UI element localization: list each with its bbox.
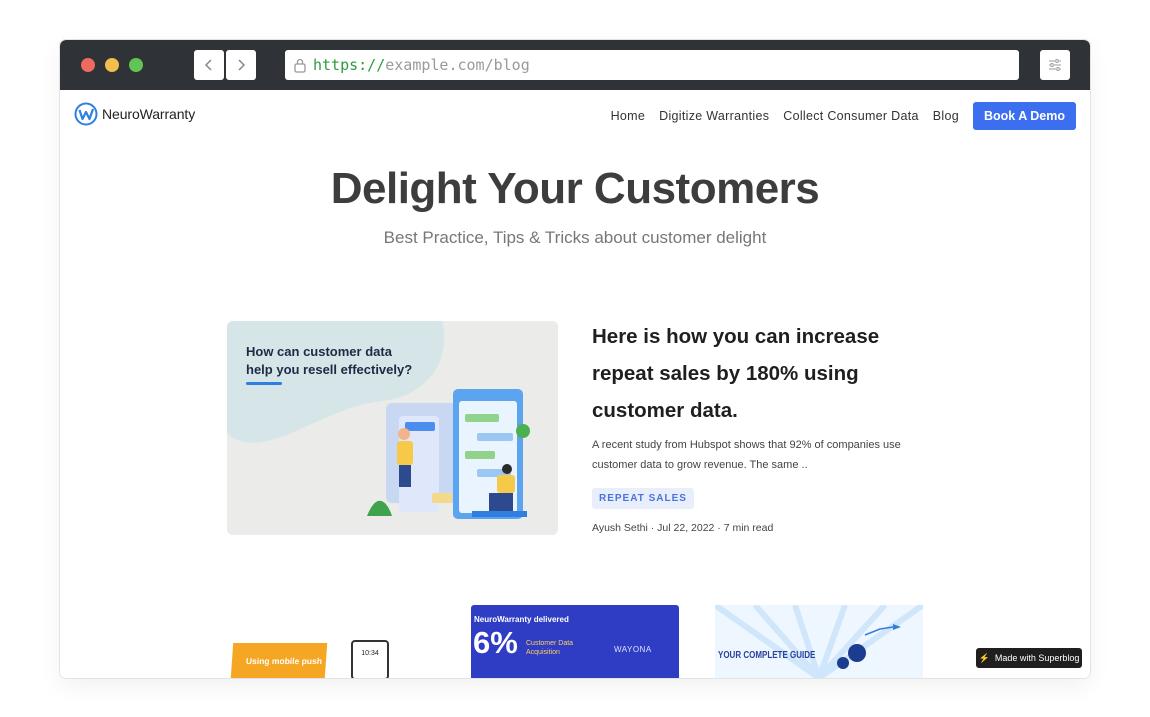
phone-illustration: 10:34	[351, 640, 389, 678]
card-headline: NeuroWarranty delivered	[474, 615, 569, 624]
card-banner: Using mobile push	[230, 643, 328, 678]
featured-post-image[interactable]: How can customer data help you resell ef…	[227, 321, 558, 535]
post-card-1[interactable]: Using mobile push 10:34	[227, 605, 437, 678]
card-headline: YOUR COMPLETE GUIDE	[718, 650, 816, 661]
image-caption-line1: How can customer data	[246, 344, 393, 359]
blog-page: NeuroWarranty Home Digitize Warranties C…	[60, 90, 1090, 678]
post-card-3[interactable]: YOUR COMPLETE GUIDE	[715, 605, 923, 678]
book-demo-button[interactable]: Book A Demo	[973, 102, 1076, 130]
badge-label: Made with Superblog	[994, 653, 1080, 663]
site-logo[interactable]: NeuroWarranty	[74, 102, 195, 126]
back-button[interactable]	[194, 50, 224, 80]
image-caption-line2: help you resell effectively?	[246, 362, 412, 377]
close-window-button[interactable]	[81, 58, 95, 72]
browser-toolbar: https:// example.com/blog	[60, 40, 1090, 90]
settings-button[interactable]	[1040, 50, 1070, 80]
url-path: example.com/blog	[385, 56, 530, 74]
card-subtext: Customer Data Acquisition	[526, 640, 574, 656]
maximize-window-button[interactable]	[129, 58, 143, 72]
main-nav: Home Digitize Warranties Collect Consume…	[611, 102, 1076, 130]
nav-blog[interactable]: Blog	[933, 109, 959, 123]
nav-home[interactable]: Home	[611, 109, 646, 123]
sliders-icon	[1049, 59, 1061, 71]
card-sunburst-graphic	[715, 605, 923, 678]
featured-post-title[interactable]: Here is how you can increase repeat sale…	[592, 318, 922, 429]
made-with-superblog-badge[interactable]: ⚡ Made with Superblog	[976, 648, 1082, 668]
lock-icon	[293, 57, 307, 73]
nav-digitize-warranties[interactable]: Digitize Warranties	[659, 109, 769, 123]
card-big-value: 6%	[473, 625, 518, 660]
nav-collect-consumer-data[interactable]: Collect Consumer Data	[783, 109, 919, 123]
address-bar[interactable]: https:// example.com/blog	[285, 50, 1019, 80]
post-tag-badge[interactable]: REPEAT SALES	[592, 488, 694, 509]
chevron-left-icon	[204, 59, 212, 71]
post-card-2[interactable]: NeuroWarranty delivered 6% Customer Data…	[471, 605, 679, 678]
chevron-right-icon	[238, 59, 246, 71]
post-meta: Ayush Sethi · Jul 22, 2022 · 7 min read	[592, 522, 774, 534]
browser-window: https:// example.com/blog NeuroWarranty …	[60, 40, 1090, 678]
url-scheme: https://	[313, 56, 386, 74]
page-title: Delight Your Customers	[330, 164, 820, 213]
lightning-icon: ⚡	[978, 652, 990, 663]
forward-button[interactable]	[226, 50, 256, 80]
minimize-window-button[interactable]	[105, 58, 119, 72]
card-brand: WAYONA	[614, 645, 652, 654]
featured-post-excerpt: A recent study from Hubspot shows that 9…	[592, 439, 901, 471]
page-subtitle: Best Practice, Tips & Tricks about custo…	[383, 228, 767, 247]
phone-time: 10:34	[361, 650, 379, 657]
logo-text: NeuroWarranty	[102, 106, 196, 122]
neurowarranty-logo-icon	[74, 102, 98, 126]
